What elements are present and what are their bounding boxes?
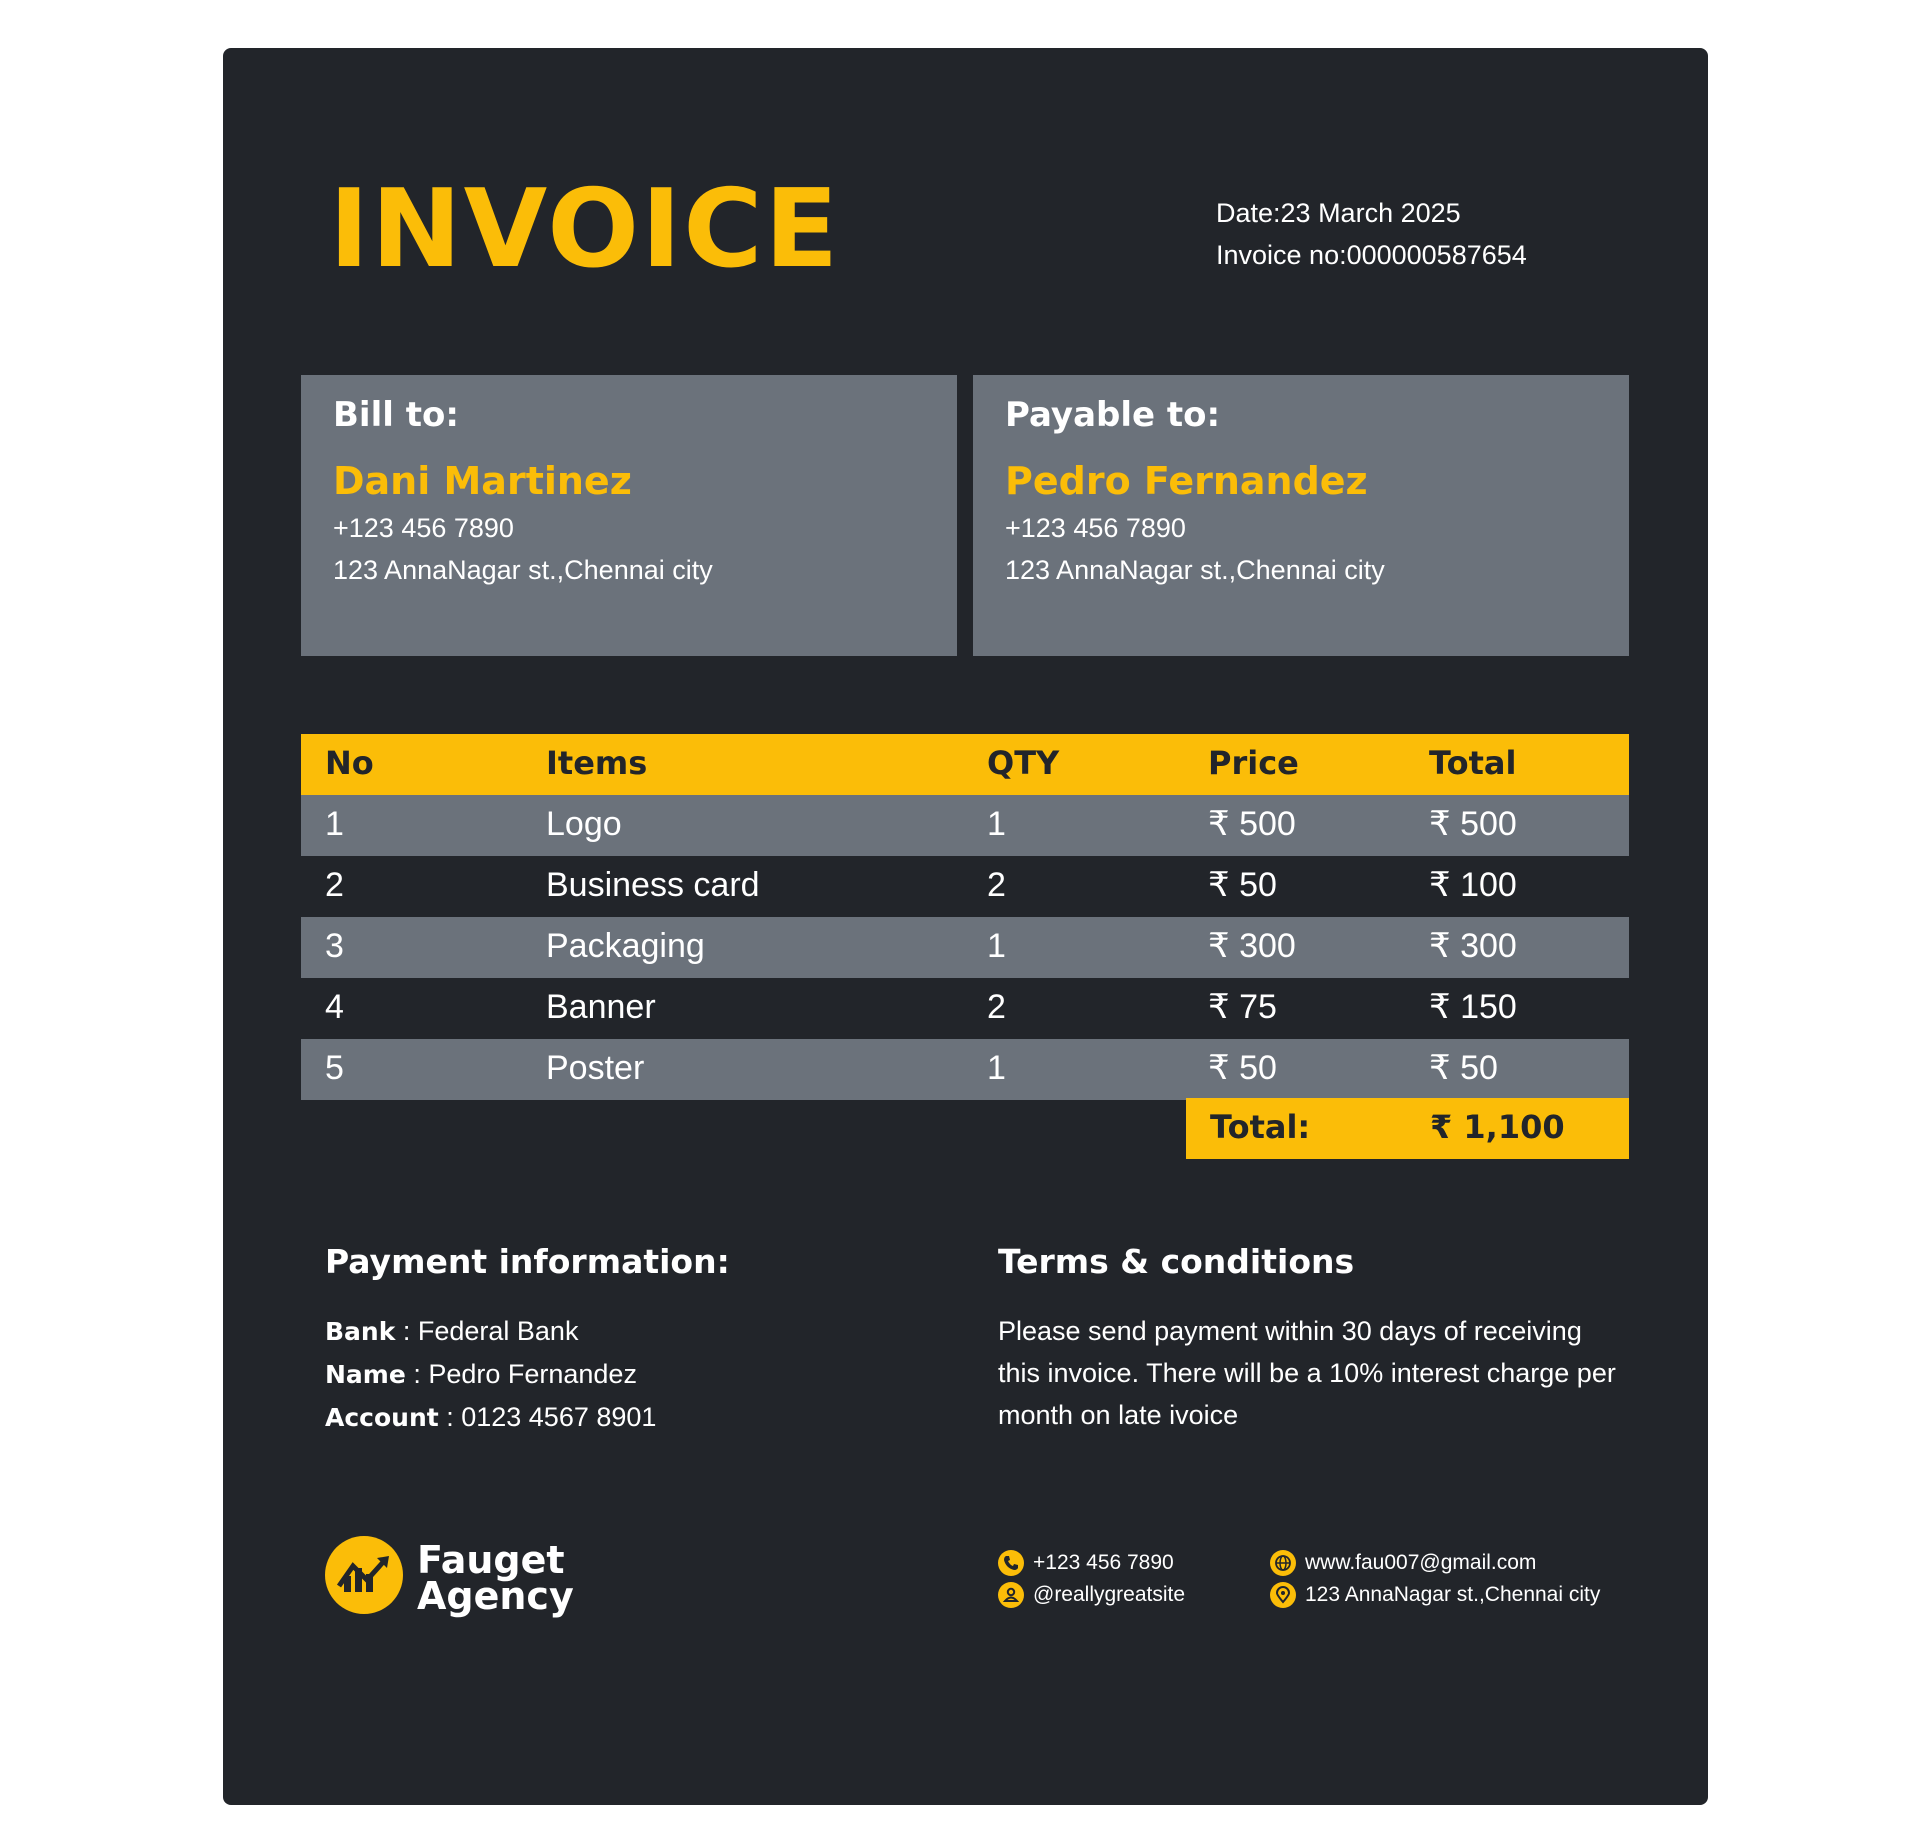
table-row: 4 Banner 2 ₹ 75 ₹ 150 (301, 978, 1629, 1039)
contact-address-text: 123 AnnaNagar st.,Chennai city (1305, 1583, 1601, 1606)
bank-line: Bank : Federal Bank (325, 1310, 656, 1353)
payable-to-phone: +123 456 7890 (1005, 513, 1186, 543)
brand-name: Fauget Agency (417, 1538, 574, 1618)
cell-no: 1 (325, 805, 344, 843)
cell-no: 4 (325, 988, 344, 1026)
brand-line-2: Agency (417, 1574, 574, 1618)
payment-details: Bank : Federal Bank Name : Pedro Fernand… (325, 1310, 656, 1439)
table-header: No Items QTY Price Total (301, 734, 1629, 795)
name-value: : Pedro Fernandez (405, 1359, 637, 1389)
invoice-card: INVOICE Date:23 March 2025 Invoice no:00… (223, 48, 1708, 1805)
header-total: Total (1429, 744, 1517, 782)
contact-address: 123 AnnaNagar st.,Chennai city (1270, 1579, 1600, 1611)
cell-total: ₹ 300 (1429, 927, 1517, 965)
contact-email-text: www.fau007@gmail.com (1305, 1551, 1537, 1574)
contact-phone: +123 456 7890 (998, 1547, 1174, 1579)
grand-total-box: Total: ₹ 1,100 (1186, 1098, 1629, 1159)
cell-total: ₹ 150 (1429, 988, 1517, 1026)
cell-no: 3 (325, 927, 344, 965)
header-price: Price (1208, 744, 1299, 782)
contact-phone-text: +123 456 7890 (1033, 1551, 1174, 1574)
cell-qty: 2 (987, 988, 1006, 1026)
name-label: Name (325, 1360, 406, 1389)
bank-label: Bank (325, 1317, 396, 1346)
cell-price: ₹ 50 (1208, 866, 1277, 904)
bill-to-name: Dani Martinez (333, 459, 632, 503)
cell-price: ₹ 300 (1208, 927, 1296, 965)
cell-qty: 1 (987, 805, 1006, 843)
terms-text: Please send payment within 30 days of re… (998, 1316, 1616, 1430)
cell-price: ₹ 500 (1208, 805, 1296, 843)
cell-no: 5 (325, 1049, 344, 1087)
cell-item: Poster (546, 1049, 645, 1087)
payable-to-address: 123 AnnaNagar st.,Chennai city (1005, 555, 1385, 585)
bank-value: : Federal Bank (395, 1316, 579, 1346)
invoice-meta: Date:23 March 2025 Invoice no:0000005876… (1216, 192, 1527, 276)
bill-to-label: Bill to: (333, 395, 459, 435)
cell-item: Logo (546, 805, 622, 843)
brand-logo-icon (325, 1536, 403, 1614)
account-line: Account : 0123 4567 8901 (325, 1396, 656, 1439)
cell-price: ₹ 75 (1208, 988, 1277, 1026)
cell-qty: 1 (987, 1049, 1006, 1087)
table-row: 3 Packaging 1 ₹ 300 ₹ 300 (301, 917, 1629, 978)
cell-no: 2 (325, 866, 344, 904)
account-label: Account (325, 1403, 439, 1432)
bill-to-address: 123 AnnaNagar st.,Chennai city (333, 555, 713, 585)
grand-total-value: ₹ 1,100 (1430, 1108, 1565, 1146)
header-qty: QTY (987, 744, 1060, 782)
cell-total: ₹ 50 (1429, 1049, 1498, 1087)
contact-email: www.fau007@gmail.com (1270, 1547, 1536, 1579)
cell-total: ₹ 100 (1429, 866, 1517, 904)
invoice-date: Date:23 March 2025 (1216, 198, 1461, 228)
payable-to-panel: Payable to: Pedro Fernandez +123 456 789… (973, 375, 1629, 656)
cell-price: ₹ 50 (1208, 1049, 1277, 1087)
name-line: Name : Pedro Fernandez (325, 1353, 656, 1396)
payable-to-name: Pedro Fernandez (1005, 459, 1368, 503)
payment-heading: Payment information: (325, 1242, 730, 1281)
account-value: : 0123 4567 8901 (438, 1402, 657, 1432)
cell-total: ₹ 500 (1429, 805, 1517, 843)
invoice-title: INVOICE (329, 167, 841, 292)
invoice-number: Invoice no:000000587654 (1216, 240, 1527, 270)
user-icon (998, 1582, 1024, 1608)
cell-qty: 2 (987, 866, 1006, 904)
cell-item: Packaging (546, 927, 705, 965)
terms-heading: Terms & conditions (998, 1242, 1355, 1281)
table-row: 5 Poster 1 ₹ 50 ₹ 50 (301, 1039, 1629, 1100)
payable-to-label: Payable to: (1005, 395, 1221, 435)
location-pin-icon (1270, 1582, 1296, 1608)
bill-to-panel: Bill to: Dani Martinez +123 456 7890 123… (301, 375, 957, 656)
phone-icon (998, 1550, 1024, 1576)
cell-qty: 1 (987, 927, 1006, 965)
cell-item: Business card (546, 866, 760, 904)
header-items: Items (546, 744, 648, 782)
globe-icon (1270, 1550, 1296, 1576)
bill-to-phone: +123 456 7890 (333, 513, 514, 543)
items-table: No Items QTY Price Total 1 Logo 1 ₹ 500 … (301, 734, 1629, 1100)
header-no: No (325, 744, 374, 782)
brand-line-1: Fauget (417, 1538, 565, 1582)
contact-social: @reallygreatsite (998, 1579, 1185, 1611)
table-row: 2 Business card 2 ₹ 50 ₹ 100 (301, 856, 1629, 917)
contact-social-text: @reallygreatsite (1033, 1583, 1186, 1606)
cell-item: Banner (546, 988, 656, 1026)
grand-total-label: Total: (1210, 1108, 1311, 1146)
table-row: 1 Logo 1 ₹ 500 ₹ 500 (301, 795, 1629, 856)
